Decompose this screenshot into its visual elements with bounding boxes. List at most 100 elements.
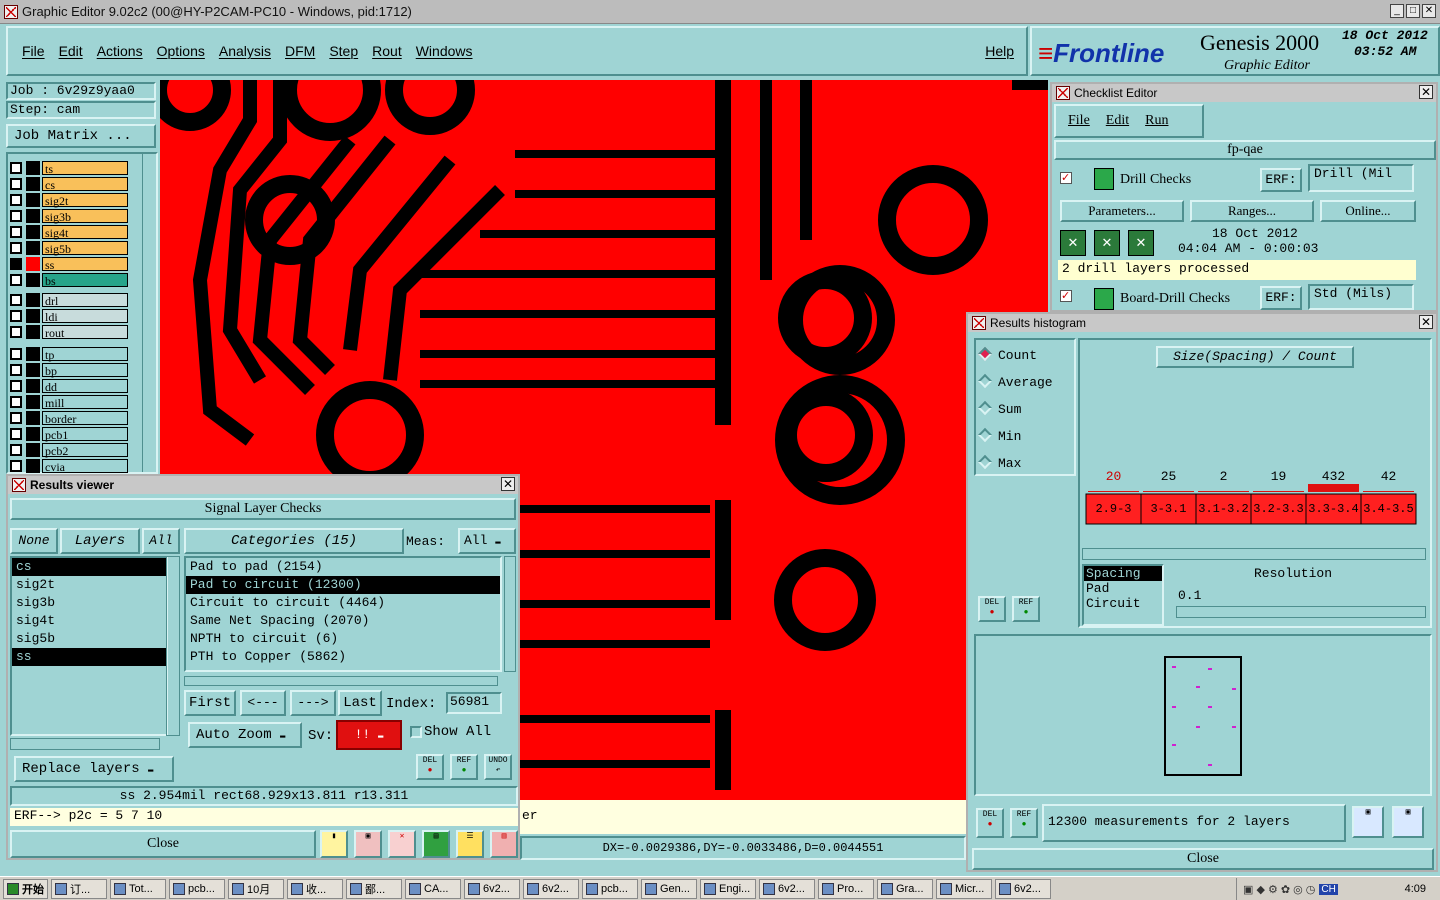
menu-rout[interactable]: Rout [372,43,402,59]
layer-list-item[interactable]: sig2t [12,576,166,594]
layer-name[interactable]: tp [42,347,128,362]
layer-checkbox[interactable] [10,396,22,408]
mode-average[interactable]: Average [977,373,1053,390]
results-tool-icon-4[interactable]: ▤ [422,830,450,858]
mode-min-radio[interactable] [977,427,993,443]
job-matrix-button[interactable]: Job Matrix ... [6,124,156,148]
layer-name[interactable]: ldi [42,309,128,324]
checklist-close-icon[interactable]: ✕ [1419,85,1433,99]
layer-row-ss[interactable]: ss [10,256,128,272]
layer-name[interactable]: sig4t [42,225,128,240]
histogram-bar[interactable] [1363,491,1414,492]
first-button[interactable]: First [184,690,236,716]
layer-checkbox[interactable] [10,460,22,472]
category-list-item[interactable]: Same Net Spacing (2070) [186,612,500,630]
layer-checkbox[interactable] [10,162,22,174]
resolution-slider[interactable] [1176,606,1426,618]
layer-name[interactable]: cvia [42,459,128,474]
category-list-item[interactable]: NPTH to circuit (6) [186,630,500,648]
layer-checkbox[interactable] [10,348,22,360]
layer-name[interactable]: dd [42,379,128,394]
layer-name[interactable]: sig2t [42,193,128,208]
layer-list-item[interactable]: sig3b [12,594,166,612]
taskbar-item[interactable]: Tot... [110,878,166,899]
show-all-checkbox[interactable] [410,726,422,738]
category-list-item[interactable]: PTH to Copper (5862) [186,648,500,666]
layer-checkbox[interactable] [10,258,22,270]
taskbar-item[interactable]: Micr... [936,878,992,899]
histogram-bar[interactable] [1198,491,1249,492]
taskbar-item[interactable]: Gen... [641,878,697,899]
checklist-menu-edit[interactable]: Edit [1106,113,1129,129]
taskbar-item[interactable]: pcb... [169,878,225,899]
menu-actions[interactable]: Actions [97,43,143,59]
menu-step[interactable]: Step [329,43,358,59]
maximize-button[interactable]: □ [1406,4,1420,18]
mode-count[interactable]: Count [977,346,1037,363]
taskbar-item[interactable]: CA... [405,878,461,899]
minimize-button[interactable]: _ [1390,4,1404,18]
category-list-hscroll[interactable] [184,676,498,686]
results-viewer-close-icon[interactable]: ✕ [501,477,515,491]
menu-file[interactable]: File [22,43,45,59]
layer-checkbox[interactable] [10,428,22,440]
layer-row-tp[interactable]: tp [10,346,128,362]
layer-checkbox[interactable] [10,226,22,238]
layer-row-cvia[interactable]: cvia [10,458,128,474]
results-ref-button[interactable]: REF ● [450,754,478,780]
layer-checkbox[interactable] [10,242,22,254]
layer-row-sig4t[interactable]: sig4t [10,224,128,240]
category-list-item[interactable]: Circuit to circuit (4464) [186,594,500,612]
hist-list-spacing[interactable]: Spacing [1084,566,1162,581]
lang-indicator-icon[interactable]: CH [1319,883,1338,895]
categories-button[interactable]: Categories (15) [184,528,404,554]
menu-analysis[interactable]: Analysis [219,43,271,59]
results-del-button[interactable]: DEL ● [416,754,444,780]
layer-row-sig5b[interactable]: sig5b [10,240,128,256]
layer-name[interactable]: sig5b [42,241,128,256]
results-tool-icon-2[interactable]: ▣ [354,830,382,858]
histogram-bar[interactable] [1088,491,1139,492]
hist-list-pad[interactable]: Pad [1084,581,1162,596]
run-check-icon[interactable]: ✕ [1060,230,1086,256]
layer-row-drl[interactable]: drl [10,292,128,308]
taskbar-item[interactable]: Gra... [877,878,933,899]
mode-max-radio[interactable] [977,454,993,470]
layer-checkbox[interactable] [10,294,22,306]
menu-windows[interactable]: Windows [416,43,473,59]
layer-row-rout[interactable]: rout [10,324,128,340]
layer-list-vscroll[interactable] [166,556,180,736]
layer-list-scrollbar[interactable] [142,154,156,472]
mode-max[interactable]: Max [977,454,1021,471]
results-close-button[interactable]: Close [10,830,316,858]
auto-zoom-dropdown[interactable]: Auto Zoom ▬ [188,722,302,748]
layer-row-dd[interactable]: dd [10,378,128,394]
board-drill-checkbox[interactable]: ✓ [1060,290,1072,302]
histogram-hscroll[interactable] [1082,548,1426,560]
histogram-chart[interactable]: 20 2.9-3 25 3-3.1 2 3.1-3.2 19 3.2-3.3 432 3.3-3.… [1080,460,1430,550]
layer-name[interactable]: pcb2 [42,443,128,458]
taskbar-item[interactable]: 收... [287,878,343,899]
histogram-bar[interactable] [1308,484,1359,492]
run-selected-icon[interactable]: ✕ [1128,230,1154,256]
layer-row-border[interactable]: border [10,410,128,426]
board-erf-field[interactable]: Std (Mils) [1308,284,1414,310]
layer-name[interactable]: rout [42,325,128,340]
layer-checkbox[interactable] [10,178,22,190]
checklist-menu-run[interactable]: Run [1145,113,1168,129]
drill-erf-field[interactable]: Drill (Mil [1308,164,1414,192]
layer-checkbox[interactable] [10,326,22,338]
menu-options[interactable]: Options [157,43,205,59]
zoom-to-result-icon[interactable]: ▣ [1352,806,1384,838]
layer-checkbox[interactable] [10,210,22,222]
taskbar-item[interactable]: 6v2... [995,878,1051,899]
layer-checkbox[interactable] [10,274,22,286]
checklist-menu-file[interactable]: File [1068,113,1090,129]
parameters-button[interactable]: Parameters... [1060,200,1184,222]
category-list-item[interactable]: Pad to pad (2154) [186,558,500,576]
layer-row-mill[interactable]: mill [10,394,128,410]
taskbar-item[interactable]: 6v2... [464,878,520,899]
layer-list-item[interactable]: sig5b [12,630,166,648]
results-tool-icon-5[interactable]: ☰ [456,830,484,858]
layer-name[interactable]: mill [42,395,128,410]
